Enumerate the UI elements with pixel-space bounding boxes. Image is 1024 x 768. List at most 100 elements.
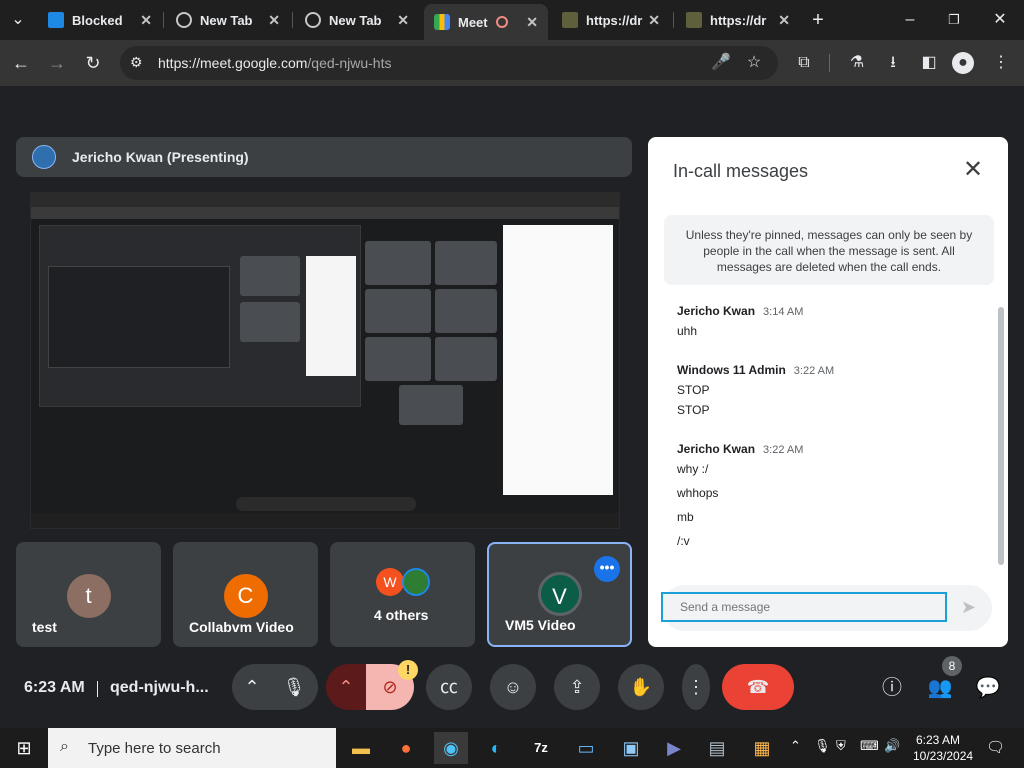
tab-label: https://dr	[586, 12, 643, 28]
participant-tile-collabvm[interactable]: C Collabvm Video	[173, 542, 318, 647]
microphone-icon[interactable]: 🎤	[708, 50, 734, 76]
close-icon[interactable]: ✕	[778, 12, 790, 29]
chrome-icon[interactable]: ◉	[434, 732, 468, 764]
notifications-icon[interactable]: 🗨	[986, 738, 1005, 756]
close-icon[interactable]: ✕	[958, 155, 988, 185]
tab-label: New Tab	[200, 12, 253, 28]
close-icon[interactable]: ✕	[140, 12, 152, 29]
tab-new-tab-2[interactable]: New Tab ✕	[295, 6, 419, 34]
taskbar-clock[interactable]: 6:23 AM 10/23/2024	[913, 732, 973, 764]
microphone-icon: 🎙	[282, 677, 306, 697]
tab-blocked[interactable]: Blocked ✕	[38, 6, 162, 34]
new-tab-icon[interactable]: +	[806, 8, 830, 32]
shared-tile	[435, 337, 497, 381]
nested-chat	[306, 256, 356, 376]
captions-button[interactable]: ㏄	[426, 664, 472, 710]
file-explorer-icon[interactable]: ▬	[344, 732, 378, 764]
reload-icon[interactable]: ↻	[78, 48, 108, 78]
network-app-icon[interactable]: ▤	[700, 732, 734, 764]
bookmark-star-icon[interactable]: ☆	[741, 50, 767, 76]
shared-tile	[365, 337, 431, 381]
message-line: STOP	[677, 403, 710, 417]
participant-tile-vm5[interactable]: V ••• VM5 Video	[487, 542, 632, 647]
window-close-icon[interactable]: ✕	[988, 8, 1012, 32]
people-icon[interactable]: 👥	[926, 674, 954, 702]
meet-favicon-icon	[434, 14, 450, 30]
close-icon[interactable]: ✕	[268, 12, 280, 29]
kebab-icon: ⋮	[687, 677, 705, 697]
restore-icon[interactable]: ❐	[942, 8, 966, 32]
forward-icon[interactable]: →	[42, 48, 72, 78]
remote-desktop-icon[interactable]: ▣	[614, 732, 648, 764]
tab-search-icon[interactable]: ⌄	[6, 8, 30, 32]
extensions-icon[interactable]: ⧉	[791, 50, 817, 76]
close-icon[interactable]: ✕	[397, 12, 409, 29]
tab-new-tab-1[interactable]: New Tab ✕	[166, 6, 290, 34]
captions-icon: ㏄	[440, 677, 458, 697]
chat-icon[interactable]: 💬	[974, 674, 1002, 702]
nested-tile	[240, 302, 300, 342]
hand-icon: ✋	[629, 677, 653, 697]
participant-name: Collabvm Video	[189, 619, 294, 635]
tray-security-icon[interactable]: ⛨	[836, 738, 846, 754]
labs-flask-icon[interactable]: ⚗	[844, 50, 870, 76]
presenter-avatar	[32, 145, 56, 169]
shared-tile	[435, 289, 497, 333]
leave-call-button[interactable]: ☎	[722, 664, 794, 710]
app-window-icon[interactable]: ▭	[569, 732, 603, 764]
7zip-icon[interactable]: 7z	[524, 732, 558, 764]
send-icon[interactable]: ➤	[961, 597, 976, 618]
more-options-icon[interactable]: •••	[594, 556, 620, 582]
tray-volume-icon[interactable]: 🔊	[884, 738, 900, 754]
store-icon[interactable]: ▦	[745, 732, 779, 764]
tab-label: Blocked	[72, 12, 123, 28]
minimize-icon[interactable]: –	[898, 8, 922, 32]
tray-network-icon[interactable]: ⌨	[860, 738, 879, 754]
raise-hand-button[interactable]: ✋	[618, 664, 664, 710]
tab-drive-2[interactable]: https://dr ✕	[676, 6, 800, 34]
firefox-icon[interactable]: ●	[389, 732, 423, 764]
tab-label: New Tab	[329, 12, 382, 28]
tab-drive-1[interactable]: https://dr ✕	[552, 6, 670, 34]
avatar: t	[66, 574, 111, 618]
meeting-code[interactable]: qed-njwu-h...	[110, 679, 209, 697]
info-icon[interactable]: ⓘ	[878, 674, 906, 702]
side-panel-icon[interactable]: ◧	[916, 50, 942, 76]
message-time: 3:22 AM	[793, 365, 835, 377]
close-icon[interactable]: ✕	[648, 12, 660, 29]
blocked-favicon-icon	[48, 12, 64, 28]
warning-badge: !	[398, 660, 418, 680]
divider	[97, 681, 98, 697]
end-call-icon: ☎	[746, 677, 770, 697]
tab-meet[interactable]: Meet ✕	[424, 4, 548, 40]
media-player-icon[interactable]: ▶	[657, 732, 691, 764]
url-host: https://meet.google.com	[158, 55, 308, 71]
chat-title: In-call messages	[673, 161, 809, 181]
more-options-button[interactable]: ⋮	[682, 664, 710, 710]
download-icon[interactable]: ⭳	[880, 50, 906, 76]
microphone-button[interactable]: 🎙	[270, 664, 318, 710]
menu-kebab-icon[interactable]: ⋮	[988, 50, 1014, 76]
back-icon[interactable]: ←	[6, 48, 36, 78]
edge-icon[interactable]: ◐	[479, 732, 513, 764]
close-icon[interactable]: ✕	[526, 14, 538, 31]
participant-tile-others[interactable]: W 4 others	[330, 542, 475, 647]
audio-options-button[interactable]: ⌃	[232, 664, 272, 710]
chat-scrollbar[interactable]	[998, 307, 1004, 565]
participant-tile-test[interactable]: t test	[16, 542, 161, 647]
profile-avatar-icon[interactable]: ●	[952, 52, 974, 74]
reactions-button[interactable]: ☺	[490, 664, 536, 710]
tray-chevron-icon[interactable]: ⌃	[790, 738, 801, 754]
avatar-image	[402, 568, 430, 596]
nested-tile	[240, 256, 300, 296]
present-button[interactable]: ⇪	[554, 664, 600, 710]
chat-message-input[interactable]	[661, 592, 947, 622]
windows-start-icon[interactable]: ⊞	[0, 728, 48, 768]
taskbar-search[interactable]: ⌕ Type here to search	[48, 728, 336, 768]
site-info-icon[interactable]: ⚙	[130, 54, 143, 71]
tray-mic-icon[interactable]: 🎙	[814, 738, 831, 754]
chrome-favicon-icon	[305, 12, 321, 28]
video-options-button[interactable]: ⌃	[326, 664, 366, 710]
chat-panel: In-call messages ✕ Unless they're pinned…	[648, 137, 1008, 647]
chevron-up-icon: ⌃	[244, 677, 260, 697]
